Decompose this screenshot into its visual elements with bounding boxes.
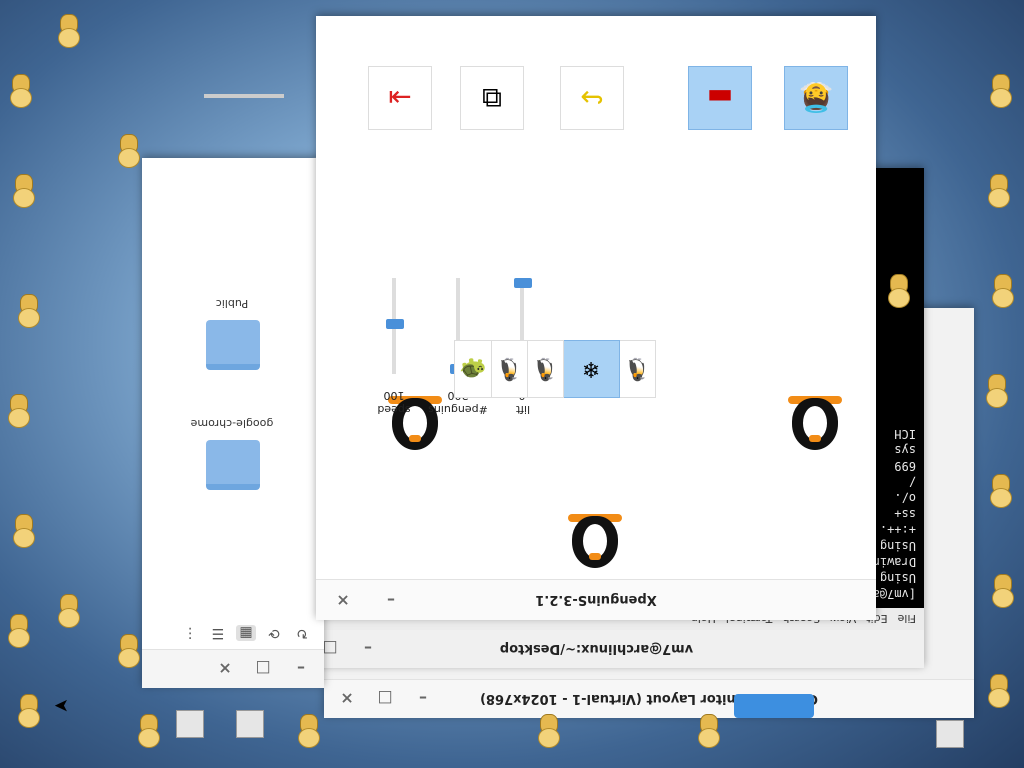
- monitor-layout-titlebar[interactable]: Current Monitor Layout (Virtual-1 - 1024…: [324, 679, 974, 718]
- minimize-icon[interactable]: –: [382, 592, 400, 611]
- toon-sprite: [56, 14, 84, 48]
- taskbar-app-icon[interactable]: [176, 710, 204, 738]
- lift-label: lift: [515, 403, 531, 416]
- folder-label[interactable]: google-chrome: [182, 417, 282, 430]
- toon-sprite: [16, 294, 44, 328]
- toon-sprite: [116, 634, 144, 668]
- penguin-preview-icon: [564, 512, 626, 574]
- xpenguins-title: XpenguinS-3.2.1: [535, 592, 657, 608]
- file-manager-window: – □ × ↻ ⟳ ▦ ☰ ⋮ google-chrome Public: [142, 94, 324, 688]
- speed-value: 100: [383, 389, 405, 402]
- folder-public-icon[interactable]: [206, 320, 260, 370]
- view-toolbar: ↻ ⟳ ▦ ☰ ⋮: [142, 616, 324, 650]
- menu-file[interactable]: File: [898, 613, 916, 626]
- toon-sprite: [56, 594, 84, 628]
- compact-icon[interactable]: ⋮: [180, 625, 200, 641]
- redo-arrow-button[interactable]: ↪: [560, 66, 624, 130]
- lift-slider-thumb[interactable]: [514, 278, 532, 288]
- exit-button[interactable]: ⇥: [368, 66, 432, 130]
- xpenguins-titlebar[interactable]: XpenguinS-3.2.1 – ×: [316, 579, 876, 620]
- maximize-icon[interactable]: □: [376, 690, 394, 709]
- speed-slider-thumb[interactable]: [386, 319, 404, 329]
- toon-sprite: [11, 514, 39, 548]
- toon-sprite: [988, 74, 1016, 108]
- toon-sprite: [986, 174, 1014, 208]
- toon-sprite: [16, 694, 44, 728]
- toon-sprite: [696, 714, 724, 748]
- grid-icon[interactable]: ▦: [236, 625, 256, 641]
- speed-label: speed: [377, 403, 411, 416]
- toon-sprite: [886, 274, 914, 308]
- taskbar-app-icon[interactable]: [936, 720, 964, 748]
- theme-turtle-icon[interactable]: 🐢: [454, 340, 492, 398]
- toon-sprite: [11, 174, 39, 208]
- close-icon[interactable]: ×: [216, 660, 234, 679]
- xpenguins-window: XpenguinS-3.2.1 – × 0 lift 200 #penguins: [316, 16, 876, 620]
- theme-tux-icon[interactable]: 🐧: [618, 340, 656, 398]
- folder-label[interactable]: Public: [182, 297, 282, 310]
- angel-penguin-button[interactable]: 👼: [784, 66, 848, 130]
- toon-sprite: [988, 474, 1016, 508]
- blood-splat-button[interactable]: ▬: [688, 66, 752, 130]
- theme-penguin-alt-icon[interactable]: 🐧: [490, 340, 528, 398]
- move-windows-button[interactable]: ⧉: [460, 66, 524, 130]
- toon-sprite: [986, 674, 1014, 708]
- toon-sprite: [6, 394, 34, 428]
- toon-sprite: [116, 134, 144, 168]
- toon-sprite: [8, 74, 36, 108]
- penguin-preview-icon: [784, 394, 846, 456]
- refresh-icon[interactable]: ⟳: [264, 625, 284, 641]
- toon-sprite: [296, 714, 324, 748]
- minimize-icon[interactable]: –: [292, 660, 310, 679]
- minimize-icon[interactable]: –: [414, 690, 432, 709]
- toon-sprite: [990, 274, 1018, 308]
- folder-google-chrome-icon[interactable]: [206, 440, 260, 490]
- mouse-cursor-icon: ➤: [53, 695, 69, 716]
- file-manager-titlebar[interactable]: – □ ×: [142, 649, 324, 688]
- terminal-titlebar[interactable]: vm7@archlinux:~/Desktop – □ ×: [269, 629, 924, 668]
- minimize-icon[interactable]: –: [359, 640, 377, 659]
- close-icon[interactable]: ×: [334, 592, 352, 611]
- maximize-icon[interactable]: □: [254, 660, 272, 679]
- list-icon[interactable]: ☰: [208, 625, 228, 641]
- theme-windows-icon[interactable]: ❄: [562, 340, 620, 398]
- toon-sprite: [536, 714, 564, 748]
- toon-sprite: [984, 374, 1012, 408]
- toon-sprite: [136, 714, 164, 748]
- penguins-label: #penguins: [428, 403, 488, 416]
- terminal-title: vm7@archlinux:~/Desktop: [499, 641, 694, 657]
- close-icon[interactable]: ×: [338, 690, 356, 709]
- rotate-icon[interactable]: ↻: [292, 625, 312, 641]
- taskbar-app-icon[interactable]: [236, 710, 264, 738]
- apply-button[interactable]: [734, 694, 814, 718]
- theme-penguin-icon[interactable]: 🐧: [526, 340, 564, 398]
- zoom-slider[interactable]: [204, 94, 284, 98]
- rotated-desktop: Current Monitor Layout (Virtual-1 - 1024…: [0, 0, 1024, 768]
- speed-slider[interactable]: [386, 278, 404, 374]
- toon-sprite: [6, 614, 34, 648]
- toon-sprite: [990, 574, 1018, 608]
